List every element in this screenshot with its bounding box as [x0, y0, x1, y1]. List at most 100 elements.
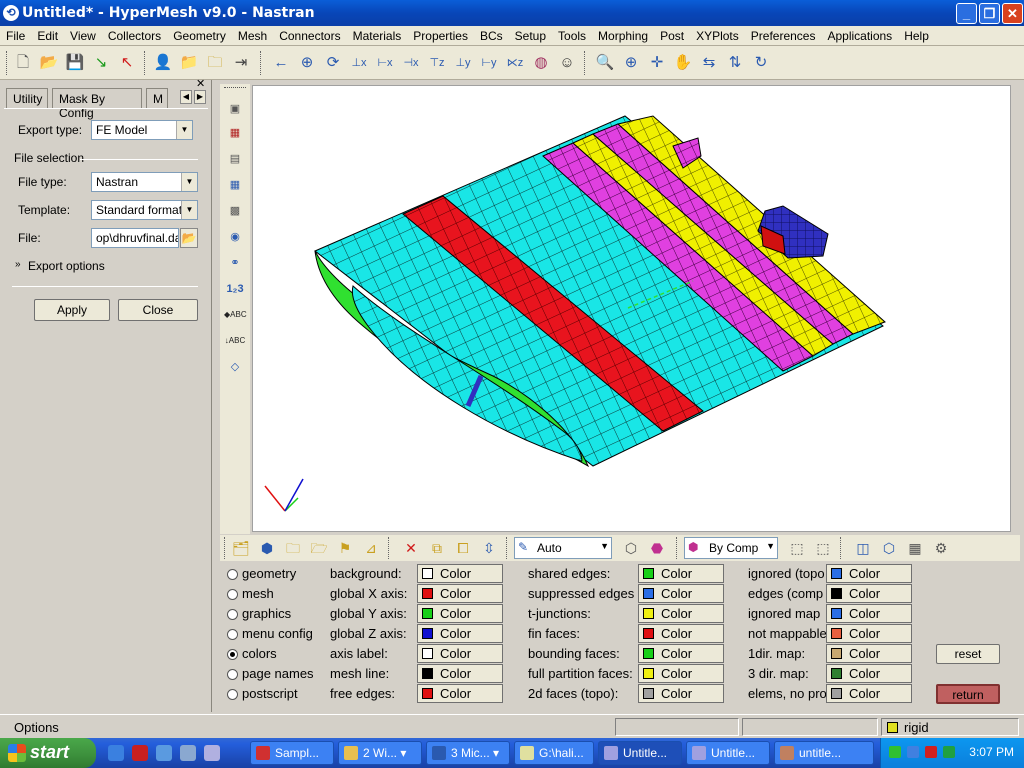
- menu-materials[interactable]: Materials: [347, 26, 408, 46]
- new-file-icon[interactable]: 🗋: [12, 52, 34, 74]
- edges-comp-color-button[interactable]: Color: [826, 584, 912, 603]
- full-partition-faces-color-button[interactable]: Color: [638, 664, 724, 683]
- fin-faces-color-button[interactable]: Color: [638, 624, 724, 643]
- free-edges-color-button[interactable]: Color: [417, 684, 503, 703]
- background-color-button[interactable]: Color: [417, 564, 503, 583]
- file-path-input[interactable]: op\dhruvfinal.dat: [91, 228, 179, 248]
- render-mode-select[interactable]: ✎ Auto ▼: [514, 537, 612, 559]
- find-entity-icon[interactable]: 🗀: [282, 537, 304, 559]
- save-model-icon[interactable]: 🗀: [204, 52, 226, 74]
- tray-network-icon[interactable]: [907, 746, 919, 758]
- view-top-icon[interactable]: ⊥x: [348, 52, 370, 74]
- quicklaunch-hypermesh-icon[interactable]: [204, 745, 220, 761]
- menu-bcs[interactable]: BCs: [474, 26, 509, 46]
- component-view-icon[interactable]: ▣: [224, 98, 246, 120]
- close-button[interactable]: Close: [118, 299, 198, 321]
- menu-view[interactable]: View: [64, 26, 102, 46]
- tab-scroll-left-icon[interactable]: ◀: [180, 90, 192, 104]
- tab-mask-by-config[interactable]: Mask By Config: [52, 88, 142, 120]
- open-folder-icon[interactable]: 📂: [38, 52, 60, 74]
- radio-mesh-label[interactable]: mesh: [242, 586, 274, 601]
- t-junctions-color-button[interactable]: Color: [638, 604, 724, 623]
- flip-vertical-icon[interactable]: ⇅: [724, 52, 746, 74]
- transparency-icon[interactable]: ▩: [224, 200, 246, 222]
- mesh-line-color-button[interactable]: Color: [417, 664, 503, 683]
- export-model-icon[interactable]: ⇥: [230, 52, 252, 74]
- zoom-window-icon[interactable]: 🔍: [594, 52, 616, 74]
- viewer-icon[interactable]: ☺: [556, 52, 578, 74]
- mask-icon[interactable]: ⧉: [426, 537, 448, 559]
- menu-collectors[interactable]: Collectors: [102, 26, 167, 46]
- quicklaunch-n-icon[interactable]: [132, 745, 148, 761]
- camera-icon[interactable]: ◍: [530, 52, 552, 74]
- delete-icon[interactable]: ✕: [400, 537, 422, 559]
- arrow-left-icon[interactable]: ←: [270, 52, 292, 74]
- radio-colors-label[interactable]: colors: [242, 646, 277, 661]
- user-icon[interactable]: 👤: [152, 52, 174, 74]
- shaded-mode-icon[interactable]: ⬣: [646, 537, 668, 559]
- app-icon[interactable]: ⟲: [3, 5, 19, 21]
- color-mode-select[interactable]: ⬢ By Comp ▼: [684, 537, 778, 559]
- expand-chevron-icon[interactable]: »: [15, 259, 21, 270]
- find-icon[interactable]: ◉: [224, 226, 246, 248]
- ignored-map-color-button[interactable]: Color: [826, 604, 912, 623]
- radio-page-names-label[interactable]: page names: [242, 666, 314, 681]
- menu-connectors[interactable]: Connectors: [273, 26, 346, 46]
- apply-button[interactable]: Apply: [34, 299, 110, 321]
- view-back-icon[interactable]: ⊢y: [478, 52, 500, 74]
- file-type-select[interactable]: Nastran ▼: [91, 172, 198, 192]
- system-icon[interactable]: ⊿: [360, 537, 382, 559]
- template-select[interactable]: Standard format ▼: [91, 200, 198, 220]
- maximize-button[interactable]: ❐: [979, 3, 1000, 24]
- toolbar-grip[interactable]: [224, 87, 246, 88]
- chevron-down-icon[interactable]: ▼: [176, 121, 192, 139]
- close-panel-icon[interactable]: ✕: [196, 77, 205, 90]
- global-x-axis-color-button[interactable]: Color: [417, 584, 503, 603]
- menu-setup[interactable]: Setup: [509, 26, 552, 46]
- radio-menu-config[interactable]: [227, 629, 238, 640]
- quicklaunch-bird-icon[interactable]: [156, 745, 172, 761]
- taskbar-item[interactable]: G:\hali...: [514, 741, 594, 765]
- view-cube-icon[interactable]: ⬡: [878, 537, 900, 559]
- show-all-icon[interactable]: ⬢: [256, 537, 278, 559]
- view-front-icon[interactable]: ⊥y: [452, 52, 474, 74]
- tab-utility[interactable]: Utility: [6, 88, 48, 108]
- menu-geometry[interactable]: Geometry: [167, 26, 232, 46]
- suppressed-edges-color-button[interactable]: Color: [638, 584, 724, 603]
- taskbar-item[interactable]: untitle...: [774, 741, 874, 765]
- fe-model-render[interactable]: [253, 86, 1011, 532]
- normals-icon[interactable]: ◇: [224, 356, 246, 378]
- current-component-field[interactable]: rigid: [881, 718, 1019, 736]
- view-box-icon[interactable]: ◫: [852, 537, 874, 559]
- chevron-down-icon[interactable]: ▼: [181, 173, 197, 191]
- menu-morphing[interactable]: Morphing: [592, 26, 654, 46]
- axis-label-color-button[interactable]: Color: [417, 644, 503, 663]
- reset-button[interactable]: reset: [936, 644, 1000, 664]
- title-bar[interactable]: ⟲ Untitled* - HyperMesh v9.0 - Nastran _…: [0, 0, 1024, 26]
- radio-geometry[interactable]: [227, 569, 238, 580]
- global-z-axis-color-button[interactable]: Color: [417, 624, 503, 643]
- flip-horizontal-icon[interactable]: ⇆: [698, 52, 720, 74]
- wireframe-icon[interactable]: ▤: [224, 148, 246, 170]
- chevron-down-icon[interactable]: ▼: [766, 541, 775, 551]
- isolate-icon[interactable]: 🗁: [308, 537, 330, 559]
- view-right-icon[interactable]: ⊤z: [426, 52, 448, 74]
- taskbar-item[interactable]: Sampl...: [250, 741, 334, 765]
- grid-icon[interactable]: ▦: [904, 537, 926, 559]
- radio-graphics[interactable]: [227, 609, 238, 620]
- wireframe-mode-icon[interactable]: ⬡: [620, 537, 642, 559]
- radio-colors[interactable]: [227, 649, 238, 660]
- taskbar-item[interactable]: 2 Wi... ▾: [338, 741, 422, 765]
- tray-update-icon[interactable]: [943, 746, 955, 758]
- minimize-button[interactable]: _: [956, 3, 977, 24]
- mesh-feature-icon[interactable]: ⬚: [812, 537, 834, 559]
- taskbar-item[interactable]: Untitle...: [598, 741, 682, 765]
- menu-mesh[interactable]: Mesh: [232, 26, 273, 46]
- pan-hand-icon[interactable]: ✋: [672, 52, 694, 74]
- save-icon[interactable]: 💾: [64, 52, 86, 74]
- 3dir-map-color-button[interactable]: Color: [826, 664, 912, 683]
- open-model-icon[interactable]: 📁: [178, 52, 200, 74]
- menu-edit[interactable]: Edit: [31, 26, 64, 46]
- browse-folder-icon[interactable]: 📂: [180, 228, 198, 248]
- radio-mesh[interactable]: [227, 589, 238, 600]
